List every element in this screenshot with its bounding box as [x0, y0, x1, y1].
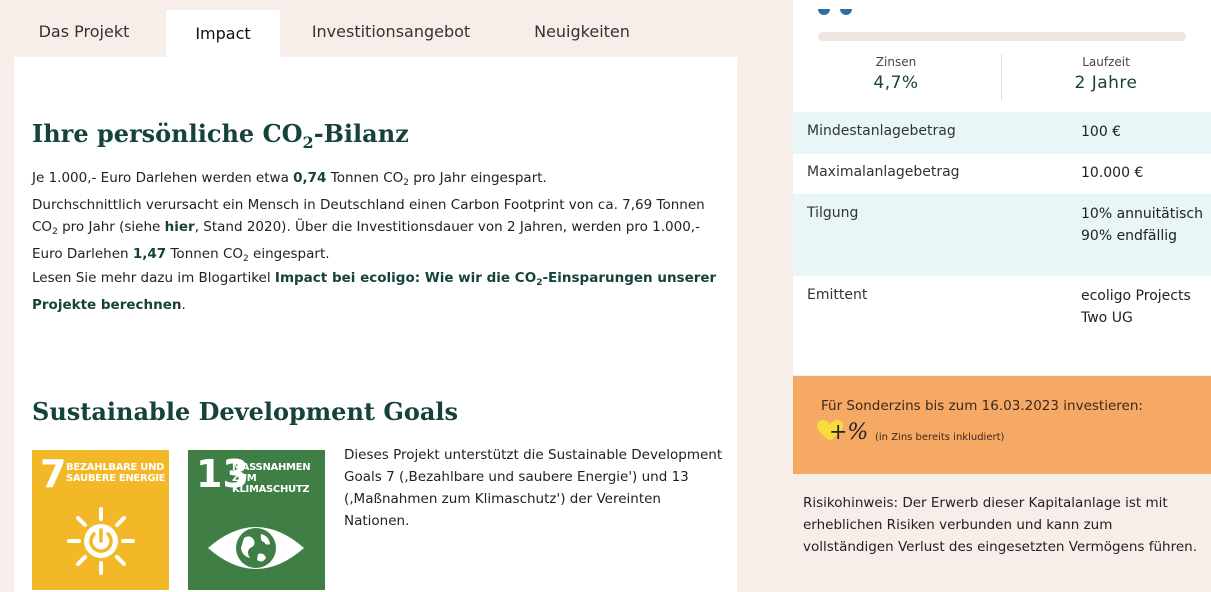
detail-key: Maximalanlagebetrag: [807, 164, 960, 180]
detail-key: Emittent: [807, 287, 868, 303]
risk-notice: Risikohinweis: Der Erwerb dieser Kapital…: [803, 495, 1198, 555]
bonus-percent-badge: +%: [829, 420, 869, 445]
detail-value: 10% annuitätisch 90% endfällig: [1081, 206, 1203, 244]
sdg-heading: Sustainable Development Goals: [32, 397, 459, 426]
sdg-13-title: MASSNAHMEN ZUM KLIMASCHUTZ: [232, 462, 311, 495]
tab-investitionsangebot[interactable]: Investitionsangebot: [298, 6, 484, 58]
sdg-7-title: BEZAHLBARE UND SAUBERE ENERGIE: [66, 462, 166, 484]
kpi-zinsen: Zinsen 4,7%: [806, 55, 986, 93]
tab-impact[interactable]: Impact: [166, 10, 280, 58]
funding-progress-bar: [818, 32, 1186, 41]
blog-paragraph: Lesen Sie mehr dazu im Blogartikel Impac…: [32, 270, 717, 313]
detail-row-tilgung: Tilgung 10% annuitätisch 90% endfällig: [793, 194, 1211, 276]
hier-link[interactable]: hier: [165, 219, 195, 235]
sdg-7-number: 7: [40, 452, 67, 496]
kpi-value: 4,7%: [873, 73, 919, 93]
impact-panel: Ihre persönliche CO2-Bilanz Je 1.000,- E…: [14, 57, 737, 592]
kpi-divider: [1001, 54, 1002, 100]
kpi-laufzeit: Laufzeit 2 Jahre: [1016, 55, 1196, 93]
detail-value: 100 €: [1081, 124, 1122, 140]
kpi-label: Zinsen: [875, 55, 917, 69]
detail-row-mindestanlage: Mindestanlagebetrag 100 €: [793, 112, 1211, 154]
carousel-dots: [818, 0, 862, 19]
carousel-dot[interactable]: [840, 9, 852, 15]
detail-value: 10.000 €: [1081, 165, 1144, 181]
kpi-value: 2 Jahre: [1074, 73, 1138, 93]
tab-das-projekt[interactable]: Das Projekt: [24, 6, 144, 58]
co2-heading: Ihre persönliche CO2-Bilanz: [32, 119, 409, 152]
carousel-dot[interactable]: [818, 9, 830, 15]
detail-row-maximalanlage: Maximalanlagebetrag 10.000 €: [793, 154, 1211, 194]
detail-value: ecoligo Projects Two UG: [1081, 288, 1191, 326]
tab-neuigkeiten[interactable]: Neuigkeiten: [520, 6, 644, 58]
sdg-13-tile[interactable]: 13 MASSNAHMEN ZUM KLIMASCHUTZ: [188, 450, 325, 590]
sun-power-icon: [67, 507, 135, 575]
sdg-description: Dieses Projekt unterstützt die Sustainab…: [344, 447, 723, 529]
detail-key: Mindestanlagebetrag: [807, 123, 956, 139]
bonus-interest-text: Für Sonderzins bis zum 16.03.2023 invest…: [821, 398, 1143, 414]
kpi-label: Laufzeit: [1082, 55, 1130, 69]
detail-key: Tilgung: [807, 205, 859, 221]
sdg-7-tile[interactable]: 7 BEZAHLBARE UND SAUBERE ENERGIE: [32, 450, 169, 590]
bonus-note: (in Zins bereits inkludiert): [875, 432, 1005, 443]
bonus-interest-banner[interactable]: Für Sonderzins bis zum 16.03.2023 invest…: [793, 376, 1211, 474]
detail-row-emittent: Emittent ecoligo Projects Two UG: [793, 276, 1211, 374]
earth-eye-icon: [208, 527, 304, 569]
tab-bar: Das Projekt Impact Investitionsangebot N…: [14, 6, 737, 58]
co2-paragraph: Je 1.000,- Euro Darlehen werden etwa 0,7…: [32, 170, 705, 264]
